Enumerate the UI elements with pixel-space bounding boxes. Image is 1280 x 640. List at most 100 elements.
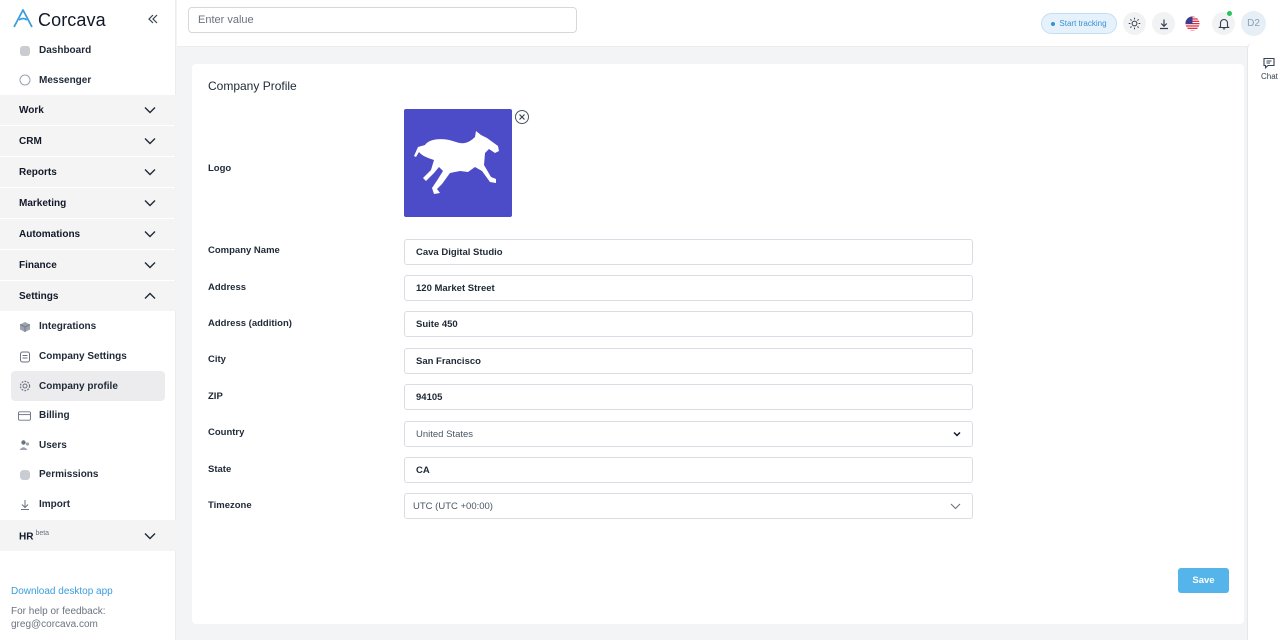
address-value: 120 Market Street: [416, 282, 495, 294]
city-field[interactable]: San Francisco: [404, 348, 973, 374]
notification-dot: [1227, 11, 1232, 16]
address-addition-field[interactable]: Suite 450: [404, 311, 973, 337]
timezone-value: UTC (UTC +00:00): [413, 500, 493, 512]
collapse-sidebar-button[interactable]: [144, 10, 162, 28]
start-tracking-button[interactable]: Start tracking: [1041, 13, 1117, 34]
sidebar-item-billing[interactable]: Billing: [0, 401, 176, 431]
sidebar-item-company-profile[interactable]: Company profile: [11, 371, 165, 401]
chevron-down-icon: [144, 262, 156, 269]
close-icon: [519, 114, 525, 120]
sidebar-item-label: Billing: [39, 410, 70, 422]
bell-icon: [1217, 18, 1230, 30]
state-value: CA: [416, 464, 430, 476]
sidebar-item-label: Permissions: [39, 469, 99, 481]
sidebar-group-marketing[interactable]: Marketing: [0, 188, 176, 219]
company-profile-card: Company Profile Logo Company Name Cava D…: [192, 64, 1244, 624]
sidebar-item-import[interactable]: Import: [0, 490, 176, 520]
sidebar-group-label: CRM: [19, 135, 42, 147]
sidebar-group-label: Marketing: [19, 197, 67, 209]
address-field[interactable]: 120 Market Street: [404, 275, 973, 301]
horse-logo-icon: [414, 131, 499, 194]
sidebar-group-reports[interactable]: Reports: [0, 157, 176, 188]
chevron-down-icon: [144, 138, 156, 145]
company-logo[interactable]: [404, 109, 512, 217]
messenger-icon: [18, 74, 31, 87]
country-select[interactable]: United States: [404, 421, 973, 447]
tracking-dot-icon: [1051, 21, 1056, 26]
download-desktop-app-link[interactable]: Download desktop app: [11, 586, 113, 600]
sidebar: Corcava Dashboard Messenger Work CRM Rep…: [0, 0, 176, 640]
sidebar-item-messenger[interactable]: Messenger: [0, 66, 176, 96]
sidebar-group-work[interactable]: Work: [0, 95, 176, 126]
chevron-down-icon: [144, 231, 156, 238]
sidebar-group-label: Work: [19, 104, 44, 116]
chat-label: Chat: [1261, 72, 1278, 81]
double-chevron-left-icon: [148, 14, 158, 24]
us-flag-icon: [1185, 16, 1200, 31]
sidebar-group-label: Finance: [19, 259, 57, 271]
city-label: City: [208, 354, 226, 365]
search-input[interactable]: [188, 7, 577, 33]
sidebar-item-integrations[interactable]: Integrations: [0, 312, 176, 342]
zip-label: ZIP: [208, 391, 223, 402]
avatar[interactable]: D2: [1241, 11, 1266, 36]
company-name-label: Company Name: [208, 245, 280, 256]
sidebar-item-label: Import: [39, 499, 71, 511]
chevron-down-icon: [144, 169, 156, 176]
chevron-down-icon: [953, 431, 961, 437]
sidebar-item-label: Dashboard: [39, 45, 92, 57]
chevron-down-icon: [144, 200, 156, 207]
theme-toggle-button[interactable]: [1123, 12, 1146, 35]
notifications-button[interactable]: [1212, 11, 1235, 35]
chevron-down-icon: [144, 532, 156, 540]
sun-icon: [1128, 17, 1141, 30]
sidebar-item-dashboard[interactable]: Dashboard: [0, 36, 176, 66]
timezone-select[interactable]: UTC (UTC +00:00): [404, 493, 973, 519]
country-label: Country: [208, 427, 245, 438]
download-icon: [1159, 19, 1168, 29]
chat-panel-strip: Chat: [1247, 43, 1280, 640]
save-button[interactable]: Save: [1178, 568, 1229, 593]
brand-logo[interactable]: Corcava: [12, 8, 106, 32]
sidebar-item-label: Company profile: [39, 380, 118, 392]
sidebar-group-automations[interactable]: Automations: [0, 219, 176, 250]
sidebar-group-crm[interactable]: CRM: [0, 126, 176, 157]
chat-icon: [1263, 57, 1276, 69]
dashboard-icon: [18, 44, 31, 57]
chevron-down-icon: [950, 503, 961, 509]
address-addition-label: Address (addition): [208, 318, 292, 329]
help-label: For help or feedback:: [11, 606, 106, 617]
sidebar-group-settings[interactable]: Settings: [0, 281, 176, 312]
chevron-up-icon: [144, 292, 156, 300]
company-name-value: Cava Digital Studio: [416, 246, 503, 258]
sidebar-group-hr[interactable]: HR beta: [0, 520, 176, 552]
gear-icon: [18, 380, 31, 393]
language-selector[interactable]: [1181, 12, 1204, 35]
sidebar-item-users[interactable]: Users: [0, 431, 176, 461]
sidebar-item-label: Users: [39, 439, 67, 451]
company-name-field[interactable]: Cava Digital Studio: [404, 239, 973, 265]
chat-button[interactable]: Chat: [1261, 57, 1278, 81]
page-title: Company Profile: [208, 79, 297, 93]
sidebar-item-label: Messenger: [39, 74, 92, 86]
start-tracking-label: Start tracking: [1059, 19, 1107, 28]
state-field[interactable]: CA: [404, 457, 973, 483]
sidebar-group-finance[interactable]: Finance: [0, 250, 176, 281]
sidebar-group-label: HR beta: [19, 529, 50, 542]
country-value: United States: [416, 428, 474, 440]
remove-logo-button[interactable]: [515, 110, 529, 124]
chevron-down-icon: [144, 107, 156, 114]
help-text: For help or feedback: greg@corcava.com: [11, 605, 113, 631]
logo-label: Logo: [208, 163, 232, 174]
shield-icon: [18, 468, 31, 481]
brand-name: Corcava: [38, 9, 106, 30]
download-button[interactable]: [1152, 12, 1175, 35]
zip-value: 94105: [416, 391, 443, 403]
cube-icon: [18, 320, 31, 333]
zip-field[interactable]: 94105: [404, 384, 973, 410]
sidebar-item-permissions[interactable]: Permissions: [0, 460, 176, 490]
sidebar-group-label: Reports: [19, 166, 57, 178]
help-email[interactable]: greg@corcava.com: [11, 618, 113, 631]
document-icon: [18, 350, 31, 363]
sidebar-item-company-settings[interactable]: Company Settings: [0, 342, 176, 372]
